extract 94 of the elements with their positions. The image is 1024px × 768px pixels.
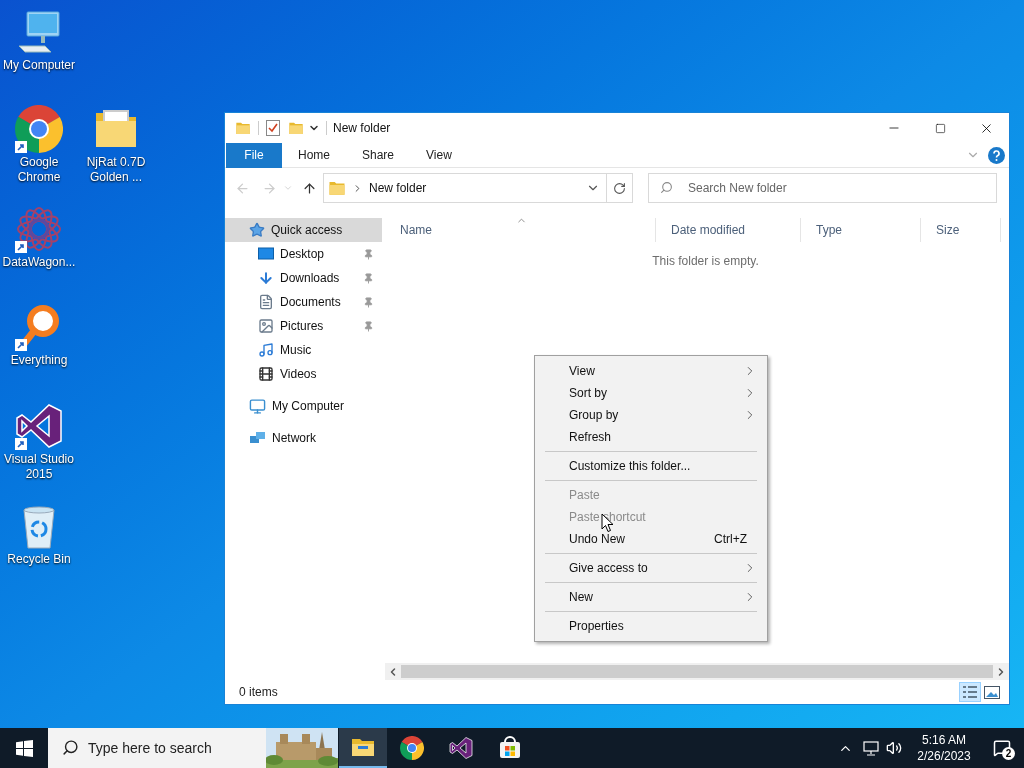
folder-icon (328, 179, 346, 197)
image-icon (984, 685, 1000, 699)
desktop-shortcut[interactable]: Recycle Bin (0, 502, 78, 567)
network-status-icon[interactable] (863, 740, 879, 756)
network-icon (249, 430, 266, 446)
search-field[interactable]: Search New folder (648, 173, 997, 203)
file-explorer-button[interactable] (339, 728, 387, 768)
navigation-item[interactable]: Pictures (225, 314, 382, 338)
column-header[interactable]: Date modified (656, 218, 801, 242)
desktop-shortcut[interactable]: Visual Studio 2015 (0, 402, 78, 482)
navigation-label: Network (272, 430, 317, 447)
download-icon (258, 270, 274, 286)
music-note-icon (258, 342, 274, 358)
scrollbar-thumb[interactable] (401, 665, 993, 678)
desktop-icon-label: Visual Studio 2015 (3, 452, 75, 482)
film-icon (258, 366, 274, 382)
desktop-shortcut[interactable]: NjRat 0.7D Golden ... (77, 105, 155, 185)
status-text: 0 items (239, 684, 278, 701)
address-text: New folder (369, 180, 428, 197)
address-bar[interactable]: New folder (323, 173, 607, 203)
navigation-item[interactable]: Network (225, 426, 382, 450)
window-title: New folder (333, 120, 391, 137)
navigation-label: Videos (280, 366, 318, 383)
document-icon (258, 294, 274, 310)
star-icon (249, 222, 265, 238)
desktop-shortcut[interactable]: DataWagon... (0, 205, 78, 270)
notifications-button[interactable]: 2 (980, 728, 1024, 768)
desktop-shortcut[interactable]: My Computer (0, 8, 78, 73)
picture-icon (258, 318, 274, 334)
notification-count: 2 (1002, 747, 1015, 760)
desktop-shortcut[interactable]: Google Chrome (0, 105, 78, 185)
details-view-button[interactable] (959, 682, 981, 702)
chrome-icon (400, 736, 424, 760)
help-icon[interactable] (988, 146, 1005, 164)
desktop-icon-label: My Computer (2, 58, 76, 73)
navigation-label: My Computer (272, 398, 346, 415)
navigation-label: Downloads (280, 270, 341, 287)
clock[interactable]: 5:16 AM 2/26/2023 (912, 732, 976, 764)
maximize-icon (934, 122, 946, 134)
search-icon (62, 739, 79, 756)
mandala-icon (15, 205, 63, 253)
menu-item[interactable]: Refresh (537, 426, 765, 448)
navigation-item[interactable]: Music (225, 338, 382, 362)
chrome-icon (15, 105, 63, 153)
navigation-item[interactable]: My Computer (225, 394, 382, 418)
column-header[interactable]: Type (801, 218, 921, 242)
menu-item[interactable]: Sort by (537, 382, 765, 404)
navigation-item[interactable]: Downloads (225, 266, 382, 290)
up-icon[interactable] (302, 180, 317, 196)
search-icon (660, 181, 673, 194)
computer-icon (249, 397, 266, 415)
empty-folder-message: This folder is empty. (652, 253, 759, 270)
folder-icon (351, 736, 375, 758)
new-folder-icon (288, 120, 304, 136)
column-header[interactable]: Name (385, 218, 656, 242)
visual-studio-icon (449, 736, 473, 760)
desktop-icon-label: Everything (9, 353, 69, 368)
navigation-label: Music (280, 342, 313, 359)
menu-item[interactable]: Properties (537, 615, 765, 637)
refresh-icon (613, 181, 626, 195)
menu-item[interactable]: Undo New Ctrl+Z (537, 528, 765, 550)
refresh-button[interactable] (607, 173, 633, 203)
volume-icon[interactable] (886, 740, 902, 756)
desktop-icon-label: Google Chrome (16, 155, 62, 185)
shopping-bag-icon (498, 736, 522, 760)
navigation-label: Desktop (280, 246, 326, 263)
details-list-icon (962, 685, 978, 699)
visual-studio-icon (15, 402, 63, 450)
taskbar-search-field[interactable]: Type here to search (48, 728, 266, 768)
navigation-label: Quick access (271, 222, 344, 239)
navigation-item[interactable]: Videos (225, 362, 382, 386)
column-header[interactable]: Size (921, 218, 1001, 242)
horizontal-scrollbar[interactable] (385, 663, 1009, 680)
navigation-label: Pictures (280, 318, 325, 335)
desktop-shortcut[interactable]: Everything (0, 303, 78, 368)
menu-item[interactable]: Give access to (537, 557, 765, 579)
properties-icon[interactable] (266, 120, 280, 136)
desktop-icon (258, 246, 274, 262)
folder-icon (235, 120, 251, 136)
ribbon-tab[interactable]: View (410, 142, 468, 168)
navigation-item[interactable]: Documents (225, 290, 382, 314)
navigation-item[interactable]: Quick access (225, 218, 382, 242)
menu-item[interactable]: View (537, 360, 765, 382)
menu-item[interactable]: Customize this folder... (537, 455, 765, 477)
desktop-icon-label: NjRat 0.7D Golden ... (85, 155, 147, 185)
menu-item[interactable]: Group by (537, 404, 765, 426)
windows-logo-icon (15, 739, 33, 757)
ribbon-tab[interactable]: Share (346, 142, 411, 168)
desktop-icon-label: DataWagon... (1, 255, 77, 270)
navigation-item[interactable]: Desktop (225, 242, 382, 266)
navigation-label: Documents (280, 294, 342, 311)
ribbon-tab[interactable]: Home (282, 142, 346, 168)
menu-item[interactable]: New (537, 586, 765, 608)
desktop-icon-label: Recycle Bin (6, 552, 72, 567)
